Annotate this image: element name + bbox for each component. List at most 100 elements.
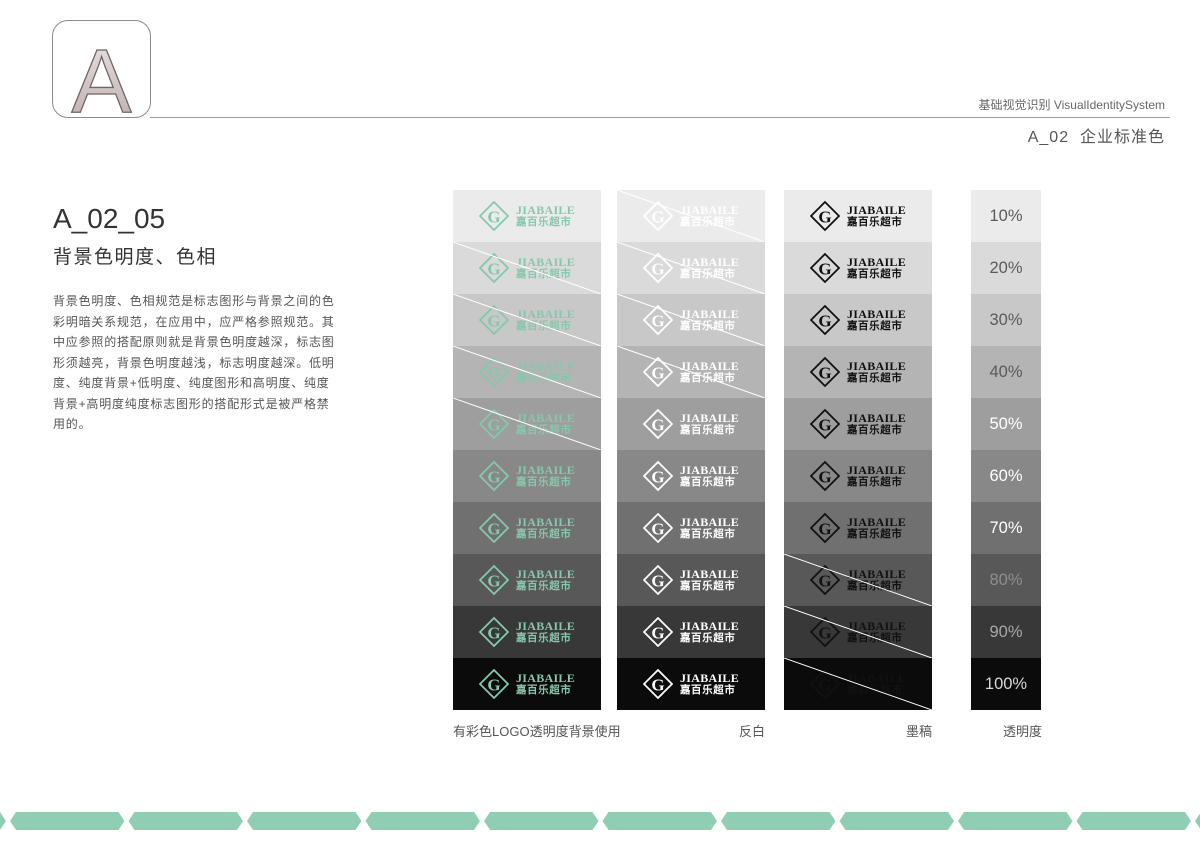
swatch-cell: GJIABAILE嘉百乐超市: [617, 294, 765, 346]
brand-logo: G JIABAILE嘉百乐超市: [809, 305, 907, 335]
swatch-cell: GJIABAILE嘉百乐超市: [453, 190, 601, 242]
description-line: 中应参照的搭配原则就是背景色明度越深，标志图: [53, 335, 335, 349]
column-reversed-white-logo: GJIABAILE嘉百乐超市GJIABAILE嘉百乐超市GJIABAILE嘉百乐…: [617, 190, 765, 710]
forbidden-cross-line: [453, 294, 601, 346]
logo-name-cn: 嘉百乐超市: [679, 527, 736, 540]
logo-name-cn: 嘉百乐超市: [515, 527, 572, 540]
logo-name-cn: 嘉百乐超市: [515, 579, 572, 592]
logo-wordmark: JIABAILE嘉百乐超市: [846, 412, 906, 436]
cross-line-stroke: [617, 242, 765, 294]
logo-mark-letter: G: [651, 624, 664, 643]
logo-wordmark: JIABAILE嘉百乐超市: [515, 204, 575, 228]
swatch-cell: GJIABAILE嘉百乐超市: [784, 554, 932, 606]
logo-name-cn: 嘉百乐超市: [846, 371, 903, 384]
transparency-level-label: 10%: [971, 190, 1041, 242]
cross-line-stroke: [784, 606, 932, 658]
cross-line-stroke: [617, 346, 765, 398]
logo-wordmark: JIABAILE嘉百乐超市: [515, 568, 575, 592]
logo-mark-letter: G: [487, 676, 500, 695]
column-black-ink-logo: G JIABAILE 嘉百乐超市 G JIABAILE 嘉百乐超市 G JIABAILE 嘉百乐…: [784, 190, 932, 710]
logo-emblem-icon: G: [809, 513, 840, 543]
logo-name-cn: 嘉百乐超市: [515, 215, 572, 228]
brand-logo: G JIABAILE嘉百乐超市: [809, 461, 907, 491]
description-line: 度、纯度背景+低明度、纯度图形和高明度、纯度: [53, 376, 330, 390]
transparency-level-label: 70%: [971, 502, 1041, 554]
logo-wordmark: JIABAILE嘉百乐超市: [679, 620, 739, 644]
logo-mark-letter: G: [818, 520, 831, 539]
swatch-cell: GJIABAILE嘉百乐超市: [784, 450, 932, 502]
transparency-level-label: 20%: [971, 242, 1041, 294]
logo-emblem-icon: G: [478, 565, 509, 595]
logo-mark-letter: G: [818, 208, 831, 227]
logo-wordmark: JIABAILE嘉百乐超市: [846, 256, 906, 280]
brand-logo: G JIABAILE嘉百乐超市: [642, 409, 739, 439]
logo-emblem-icon: G: [642, 669, 673, 699]
logo-name-cn: 嘉百乐超市: [679, 631, 736, 644]
logo-mark-letter: G: [651, 520, 664, 539]
logo-name-cn: 嘉百乐超市: [846, 527, 903, 540]
logo-emblem-icon: G: [809, 357, 840, 387]
logo-name-cn: 嘉百乐超市: [679, 579, 736, 592]
caption-reversed-white: 反白: [738, 724, 765, 739]
logo-wordmark: JIABAILE嘉百乐超市: [680, 412, 739, 436]
swatch-cell: GJIABAILE嘉百乐超市: [784, 190, 932, 242]
transparency-level-label: 100%: [971, 658, 1041, 710]
brand-logo: G JIABAILE嘉百乐超市: [478, 461, 576, 491]
logo-mark-letter: G: [818, 416, 831, 435]
description-line: 用的。: [53, 417, 92, 431]
swatch-cell: GJIABAILE嘉百乐超市: [784, 606, 932, 658]
brand-logo: G JIABAILE嘉百乐超市: [642, 565, 740, 595]
section-title: A_02 企业标准色: [1027, 129, 1165, 146]
swatch-cell: GJIABAILE嘉百乐超市: [617, 554, 765, 606]
swatch-cell: GJIABAILE嘉百乐超市: [617, 242, 765, 294]
logo-name-cn: 嘉百乐超市: [679, 475, 736, 488]
logo-name-cn: 嘉百乐超市: [846, 423, 903, 436]
brand-logo: G JIABAILE嘉百乐超市: [478, 669, 575, 699]
logo-emblem-icon: G: [809, 305, 840, 335]
logo-emblem-icon: G: [809, 461, 840, 491]
brand-logo: G JIABAILE嘉百乐超市: [809, 357, 907, 387]
logo-emblem-icon: G: [809, 253, 840, 283]
logo-emblem-icon: G: [809, 201, 840, 231]
swatch-cell: GJIABAILE嘉百乐超市: [784, 294, 932, 346]
logo-name-en: JIABAILE: [846, 462, 907, 477]
logo-wordmark: JIABAILE嘉百乐超市: [679, 566, 740, 592]
border-segment: [602, 812, 717, 830]
logo-mark-letter: G: [487, 572, 500, 591]
logo-emblem-icon: G: [642, 565, 673, 595]
brand-logo: G JIABAILE嘉百乐超市: [478, 513, 575, 543]
logo-name-en: JIABAILE: [846, 306, 907, 321]
logo-name-en: JIABAILE: [846, 358, 907, 373]
logo-mark-letter: G: [651, 468, 664, 487]
swatch-cell: G JIABAILE嘉百乐超市: [784, 346, 932, 398]
border-segment: [10, 812, 125, 830]
logo-wordmark: JIABAILE嘉百乐超市: [679, 462, 740, 488]
logo-wordmark: JIABAILE嘉百乐超市: [516, 620, 575, 644]
cross-line-stroke: [617, 190, 765, 242]
forbidden-cross-line: [617, 346, 765, 398]
swatch-cell: GJIABAILE嘉百乐超市: [784, 502, 932, 554]
chapter-badge: A: [52, 20, 151, 118]
forbidden-cross-line: [784, 658, 932, 710]
cross-line-stroke: [784, 554, 932, 606]
description-line: 背景+高明度纯度标志图形的搭配形式是被严格禁: [53, 396, 330, 411]
transparency-level-label: 90%: [971, 606, 1041, 658]
logo-name-cn: 嘉百乐超市: [846, 215, 903, 228]
swatch-cell: GJIABAILE嘉百乐超市: [617, 658, 765, 710]
brand-logo: G JIABAILE嘉百乐超市: [809, 409, 906, 439]
logo-emblem-icon: G: [478, 201, 509, 231]
swatch-cell: G JIABAILE嘉百乐超市: [617, 606, 765, 658]
column-transparency-levels: 10% 20% 30% 40% 50% 60% 70% 80% 90% 100%: [971, 190, 1041, 710]
forbidden-cross-line: [617, 242, 765, 294]
logo-name-en: JIABAILE: [679, 462, 740, 477]
logo-wordmark: JIABAILE嘉百乐超市: [515, 462, 576, 488]
logo-name-cn: 嘉百乐超市: [846, 267, 903, 280]
border-segment: [958, 812, 1073, 830]
logo-name-en: JIABAILE: [515, 462, 576, 477]
cross-line-stroke: [453, 346, 601, 398]
decorative-border-band: [0, 812, 1200, 830]
chapter-letter: A: [71, 32, 131, 117]
logo-name-en: JIABAILE: [679, 566, 740, 581]
swatch-cell: G JIABAILE嘉百乐超市: [784, 398, 932, 450]
page-title: 背景色明度、色相: [53, 247, 218, 268]
